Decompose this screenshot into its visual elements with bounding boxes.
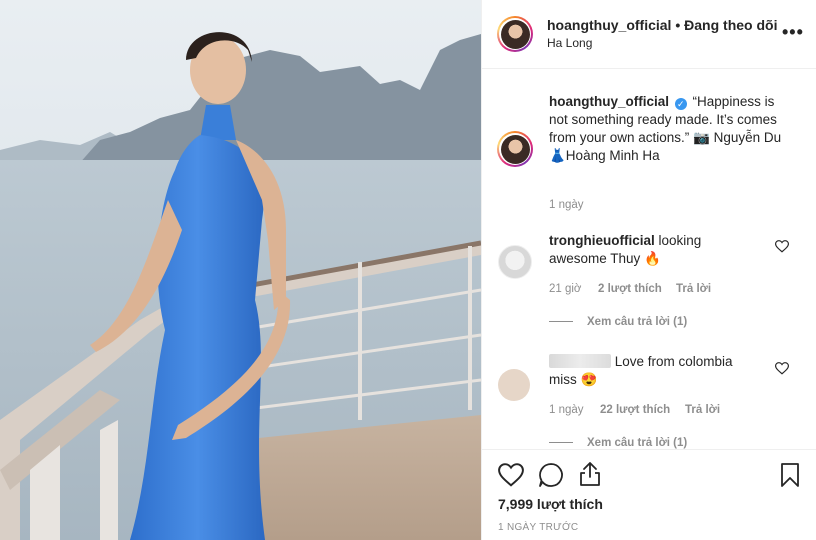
commenter-avatar[interactable] [498,245,532,279]
comment-time[interactable]: 21 giờ [549,283,581,295]
comment-text: tronghieuofficial looking awesome Thuy 🔥 [549,232,739,268]
comment-text: Love from colombia miss 😍 [549,353,739,389]
author-avatar[interactable] [497,16,533,52]
blurred-username[interactable] [549,354,611,368]
follow-status-button[interactable]: Đang theo dõi [684,17,777,33]
reply-button[interactable]: Trả lời [676,283,711,295]
post-details-panel: hoangthuy_official • Đang theo dõi Ha Lo… [481,0,816,540]
comments-list[interactable]: hoangthuy_official ✓ “Happiness is not s… [482,69,816,449]
likes-count[interactable]: 7,999 lượt thích [498,496,603,512]
header-separator: • [675,17,681,33]
post-header: hoangthuy_official • Đang theo dõi Ha Lo… [482,0,816,69]
view-replies-button[interactable]: Xem câu trả lời (1) [549,316,687,328]
view-replies-label: Xem câu trả lời (1) [587,437,688,449]
caption-username-link[interactable]: hoangthuy_official [549,94,669,109]
view-replies-line [549,442,573,444]
view-replies-button[interactable]: Xem câu trả lời (1) [549,437,687,449]
comment-username-link[interactable]: tronghieuofficial [549,233,655,248]
caption-avatar[interactable] [497,131,533,167]
post-image [0,0,481,540]
comment-likes[interactable]: 2 lượt thích [598,283,662,295]
caption-time[interactable]: 1 ngày [549,199,584,211]
location-link[interactable]: Ha Long [547,36,592,50]
posted-time: 1 NGÀY TRƯỚC [498,522,579,533]
heart-icon[interactable] [498,463,524,487]
commenter-avatar[interactable] [498,369,530,401]
view-replies-line [549,321,573,323]
comment-like-heart-icon[interactable] [775,362,789,375]
comment-icon[interactable] [538,462,564,488]
view-replies-label: Xem câu trả lời (1) [587,316,688,328]
comment-like-heart-icon[interactable] [775,240,789,253]
verified-badge-icon: ✓ [674,98,687,110]
comment-likes[interactable]: 22 lượt thích [600,404,670,416]
post-actions: 7,999 lượt thích 1 NGÀY TRƯỚC [482,449,816,540]
caption-credit: 👗Hoàng Minh Ha [549,148,660,163]
reply-button[interactable]: Trả lời [685,404,720,416]
caption-text: hoangthuy_official ✓ “Happiness is not s… [549,93,789,165]
more-dots-icon[interactable]: ••• [782,22,804,43]
share-icon[interactable] [578,461,602,487]
comment-time[interactable]: 1 ngày [549,404,584,416]
post-photo[interactable] [0,0,481,540]
header-user-line: hoangthuy_official • Đang theo dõi [547,17,777,33]
bookmark-icon[interactable] [780,462,800,488]
author-username-link[interactable]: hoangthuy_official [547,17,671,33]
